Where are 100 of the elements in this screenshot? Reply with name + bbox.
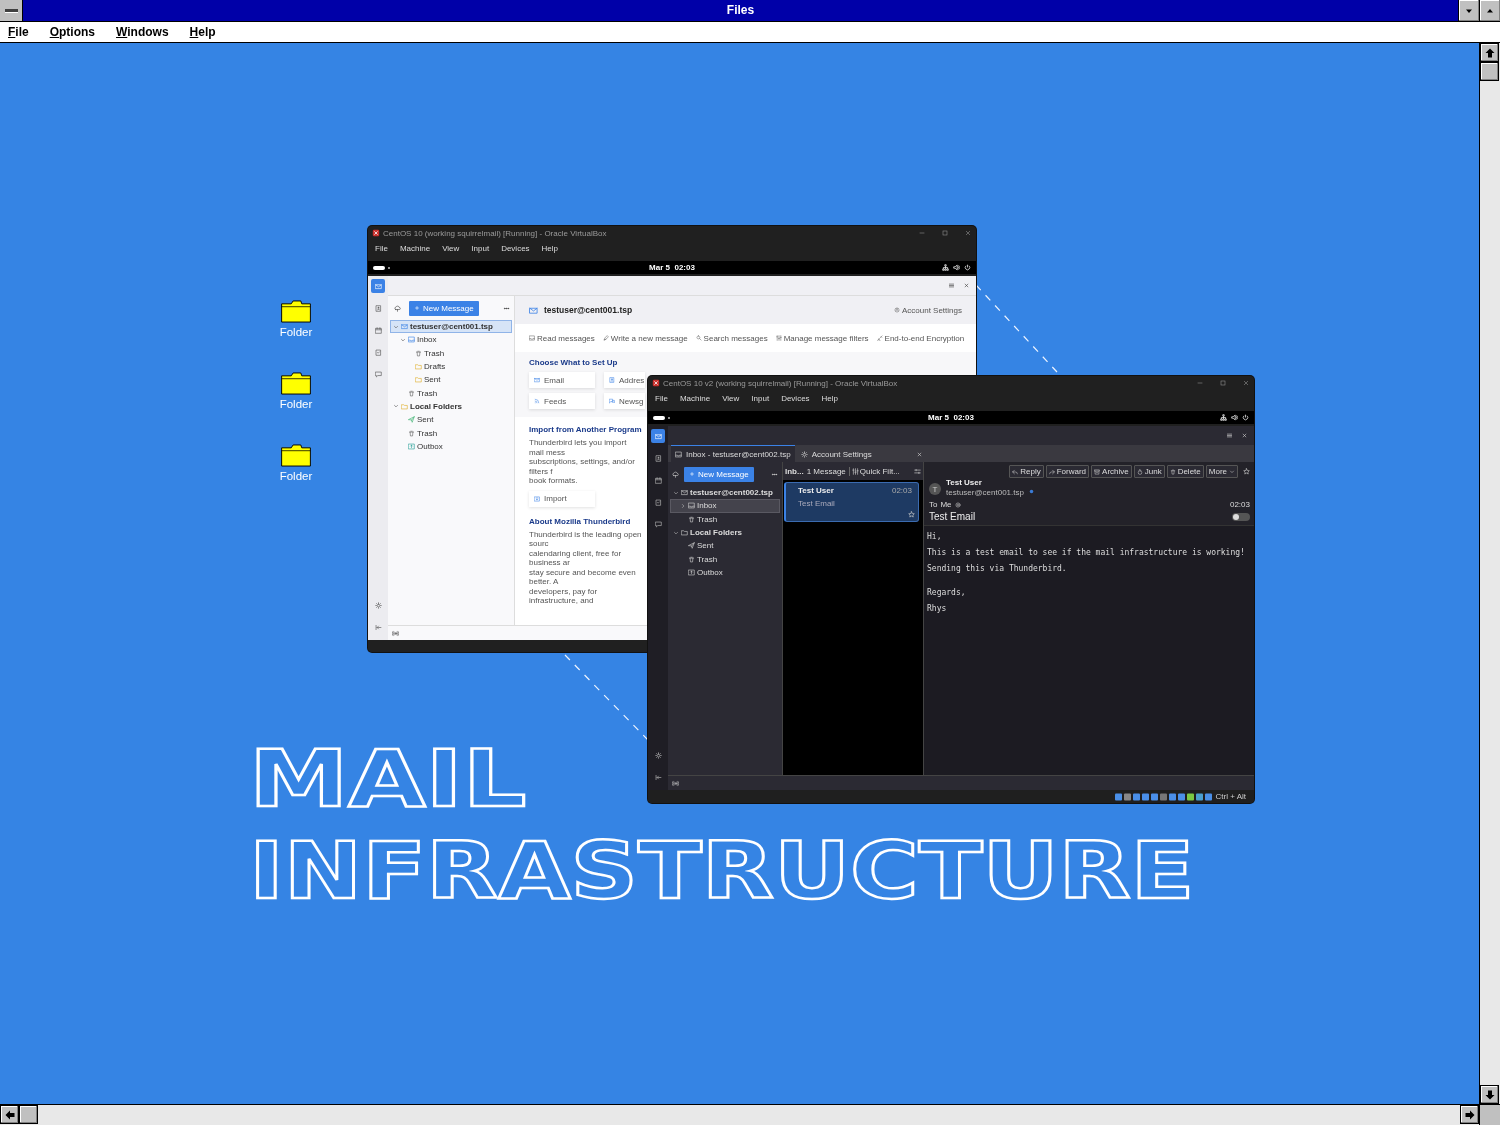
archive-button[interactable]: Archive bbox=[1091, 465, 1132, 478]
folder-item[interactable]: Trash bbox=[390, 426, 512, 440]
mail-icon-button[interactable] bbox=[651, 429, 665, 443]
star-icon[interactable] bbox=[908, 511, 915, 518]
folder-label[interactable]: Folder bbox=[279, 398, 313, 410]
star-icon[interactable] bbox=[1243, 468, 1250, 475]
menu-item[interactable]: File bbox=[375, 243, 388, 253]
menu-item[interactable]: File bbox=[8, 25, 29, 39]
scroll-down-button[interactable] bbox=[1480, 1085, 1499, 1104]
forward-button[interactable]: Forward bbox=[1045, 465, 1090, 478]
folder-item[interactable]: Inbox bbox=[670, 499, 780, 513]
tab[interactable]: Inbox - testuser@cent002.tsp bbox=[671, 445, 795, 462]
menu-item[interactable]: View bbox=[722, 393, 740, 403]
maximize-icon[interactable] bbox=[941, 229, 949, 237]
action-link[interactable]: Search messages bbox=[695, 333, 768, 343]
view-options-icon[interactable] bbox=[914, 467, 921, 475]
action-link[interactable]: End-to-end Encryption bbox=[876, 333, 965, 343]
menu-item[interactable]: Options bbox=[49, 25, 96, 39]
account-settings-link[interactable]: Account Settings bbox=[893, 305, 962, 315]
collapse-icon[interactable] bbox=[654, 773, 662, 781]
minimize-button[interactable] bbox=[1458, 0, 1479, 21]
folder-item[interactable]: Trash bbox=[670, 552, 780, 566]
folder-item[interactable]: Trash bbox=[390, 386, 512, 400]
clock[interactable]: Mar 5 02:03 bbox=[649, 263, 695, 272]
more-icon[interactable] bbox=[771, 470, 778, 478]
reply-button[interactable]: Reply bbox=[1009, 465, 1044, 478]
menu-item[interactable]: Help bbox=[821, 393, 839, 403]
system-menu-button[interactable] bbox=[0, 0, 23, 21]
menu-item[interactable]: Input bbox=[751, 393, 770, 403]
scroll-up-button[interactable] bbox=[1480, 43, 1499, 62]
close-icon[interactable] bbox=[963, 282, 970, 289]
folder-item[interactable]: Inbox bbox=[390, 333, 512, 347]
more-button[interactable]: More bbox=[1205, 465, 1238, 478]
folder-item[interactable]: testuser@cent001.tsp bbox=[390, 320, 512, 334]
setup-tile[interactable]: Feeds bbox=[529, 393, 595, 409]
cloud-icon[interactable] bbox=[394, 304, 401, 312]
menu-item[interactable]: Machine bbox=[399, 243, 431, 253]
action-link[interactable]: Read messages bbox=[529, 333, 595, 343]
chevron-icon[interactable] bbox=[680, 502, 686, 509]
collapse-icon[interactable] bbox=[374, 623, 382, 631]
menu-item[interactable]: Input bbox=[471, 243, 490, 253]
maximize-button[interactable] bbox=[1479, 0, 1500, 21]
maximize-icon[interactable] bbox=[1219, 379, 1227, 387]
folder-item[interactable]: Outbox bbox=[390, 439, 512, 453]
folder-item[interactable]: Trash bbox=[670, 512, 780, 526]
scroll-thumb[interactable] bbox=[1480, 62, 1499, 81]
scroll-left-button[interactable] bbox=[0, 1105, 19, 1124]
chevron-icon[interactable] bbox=[673, 489, 679, 496]
junk-button[interactable]: Junk bbox=[1133, 465, 1165, 478]
menu-item[interactable]: Windows bbox=[116, 25, 169, 39]
action-link[interactable]: Manage message filters bbox=[775, 333, 869, 343]
folder-item[interactable]: Trash bbox=[390, 346, 512, 360]
menu-icon[interactable] bbox=[948, 282, 955, 289]
new-message-button[interactable]: New Message bbox=[409, 300, 479, 316]
close-icon[interactable] bbox=[964, 229, 972, 237]
folder-item[interactable]: Sent bbox=[390, 413, 512, 427]
activities-indicator[interactable] bbox=[373, 265, 385, 270]
folder-icon[interactable] bbox=[280, 444, 312, 467]
activity-icon[interactable] bbox=[392, 629, 399, 637]
quick-filter-button[interactable]: Quick Filt... bbox=[848, 466, 900, 476]
menu-item[interactable]: Devices bbox=[501, 243, 530, 253]
menu-item[interactable]: Help bbox=[189, 25, 216, 39]
folder-item[interactable]: Sent bbox=[670, 539, 780, 553]
folder-item[interactable]: Drafts bbox=[390, 359, 512, 374]
folder-item[interactable]: Local Folders bbox=[390, 399, 512, 414]
action-link[interactable]: Write a new message bbox=[602, 333, 688, 343]
toggle-switch[interactable] bbox=[1232, 512, 1250, 521]
activities-indicator[interactable] bbox=[653, 415, 665, 420]
close-icon[interactable] bbox=[1242, 379, 1250, 387]
new-message-button[interactable]: New Message bbox=[684, 466, 754, 482]
folder-label[interactable]: Folder bbox=[279, 326, 313, 338]
setup-tile[interactable]: Addres bbox=[604, 372, 645, 388]
folder-item[interactable]: testuser@cent002.tsp bbox=[670, 486, 780, 500]
folder-icon[interactable] bbox=[280, 300, 312, 323]
setup-tile[interactable]: Newsg bbox=[604, 393, 645, 409]
power-icon[interactable] bbox=[1242, 414, 1249, 421]
folder-label[interactable]: Folder bbox=[279, 470, 313, 482]
network-icon[interactable] bbox=[1220, 414, 1227, 421]
chevron-icon[interactable] bbox=[673, 529, 679, 536]
volume-icon[interactable] bbox=[1231, 414, 1238, 421]
tab[interactable]: Account Settings bbox=[796, 445, 927, 462]
menu-item[interactable]: Machine bbox=[679, 393, 711, 403]
scroll-right-button[interactable] bbox=[1460, 1105, 1479, 1124]
power-icon[interactable] bbox=[964, 264, 971, 271]
close-icon[interactable] bbox=[915, 450, 923, 458]
import-button[interactable]: Import bbox=[529, 490, 595, 507]
more-icon[interactable] bbox=[503, 304, 510, 312]
scroll-thumb[interactable] bbox=[19, 1105, 38, 1124]
clock[interactable]: Mar 5 02:03 bbox=[928, 413, 974, 422]
folder-item[interactable]: Local Folders bbox=[670, 525, 780, 540]
network-icon[interactable] bbox=[942, 264, 949, 271]
menu-item[interactable]: Help bbox=[541, 243, 559, 253]
menu-item[interactable]: Devices bbox=[781, 393, 810, 403]
message-card[interactable]: Test User 02:03 Test Email bbox=[784, 482, 919, 522]
menu-item[interactable]: File bbox=[655, 393, 668, 403]
folder-item[interactable]: Outbox bbox=[670, 565, 780, 580]
setup-tile[interactable]: Email bbox=[529, 372, 595, 388]
folder-icon[interactable] bbox=[280, 372, 312, 395]
folder-item[interactable]: Sent bbox=[390, 373, 512, 387]
delete-button[interactable]: Delete bbox=[1166, 465, 1204, 478]
